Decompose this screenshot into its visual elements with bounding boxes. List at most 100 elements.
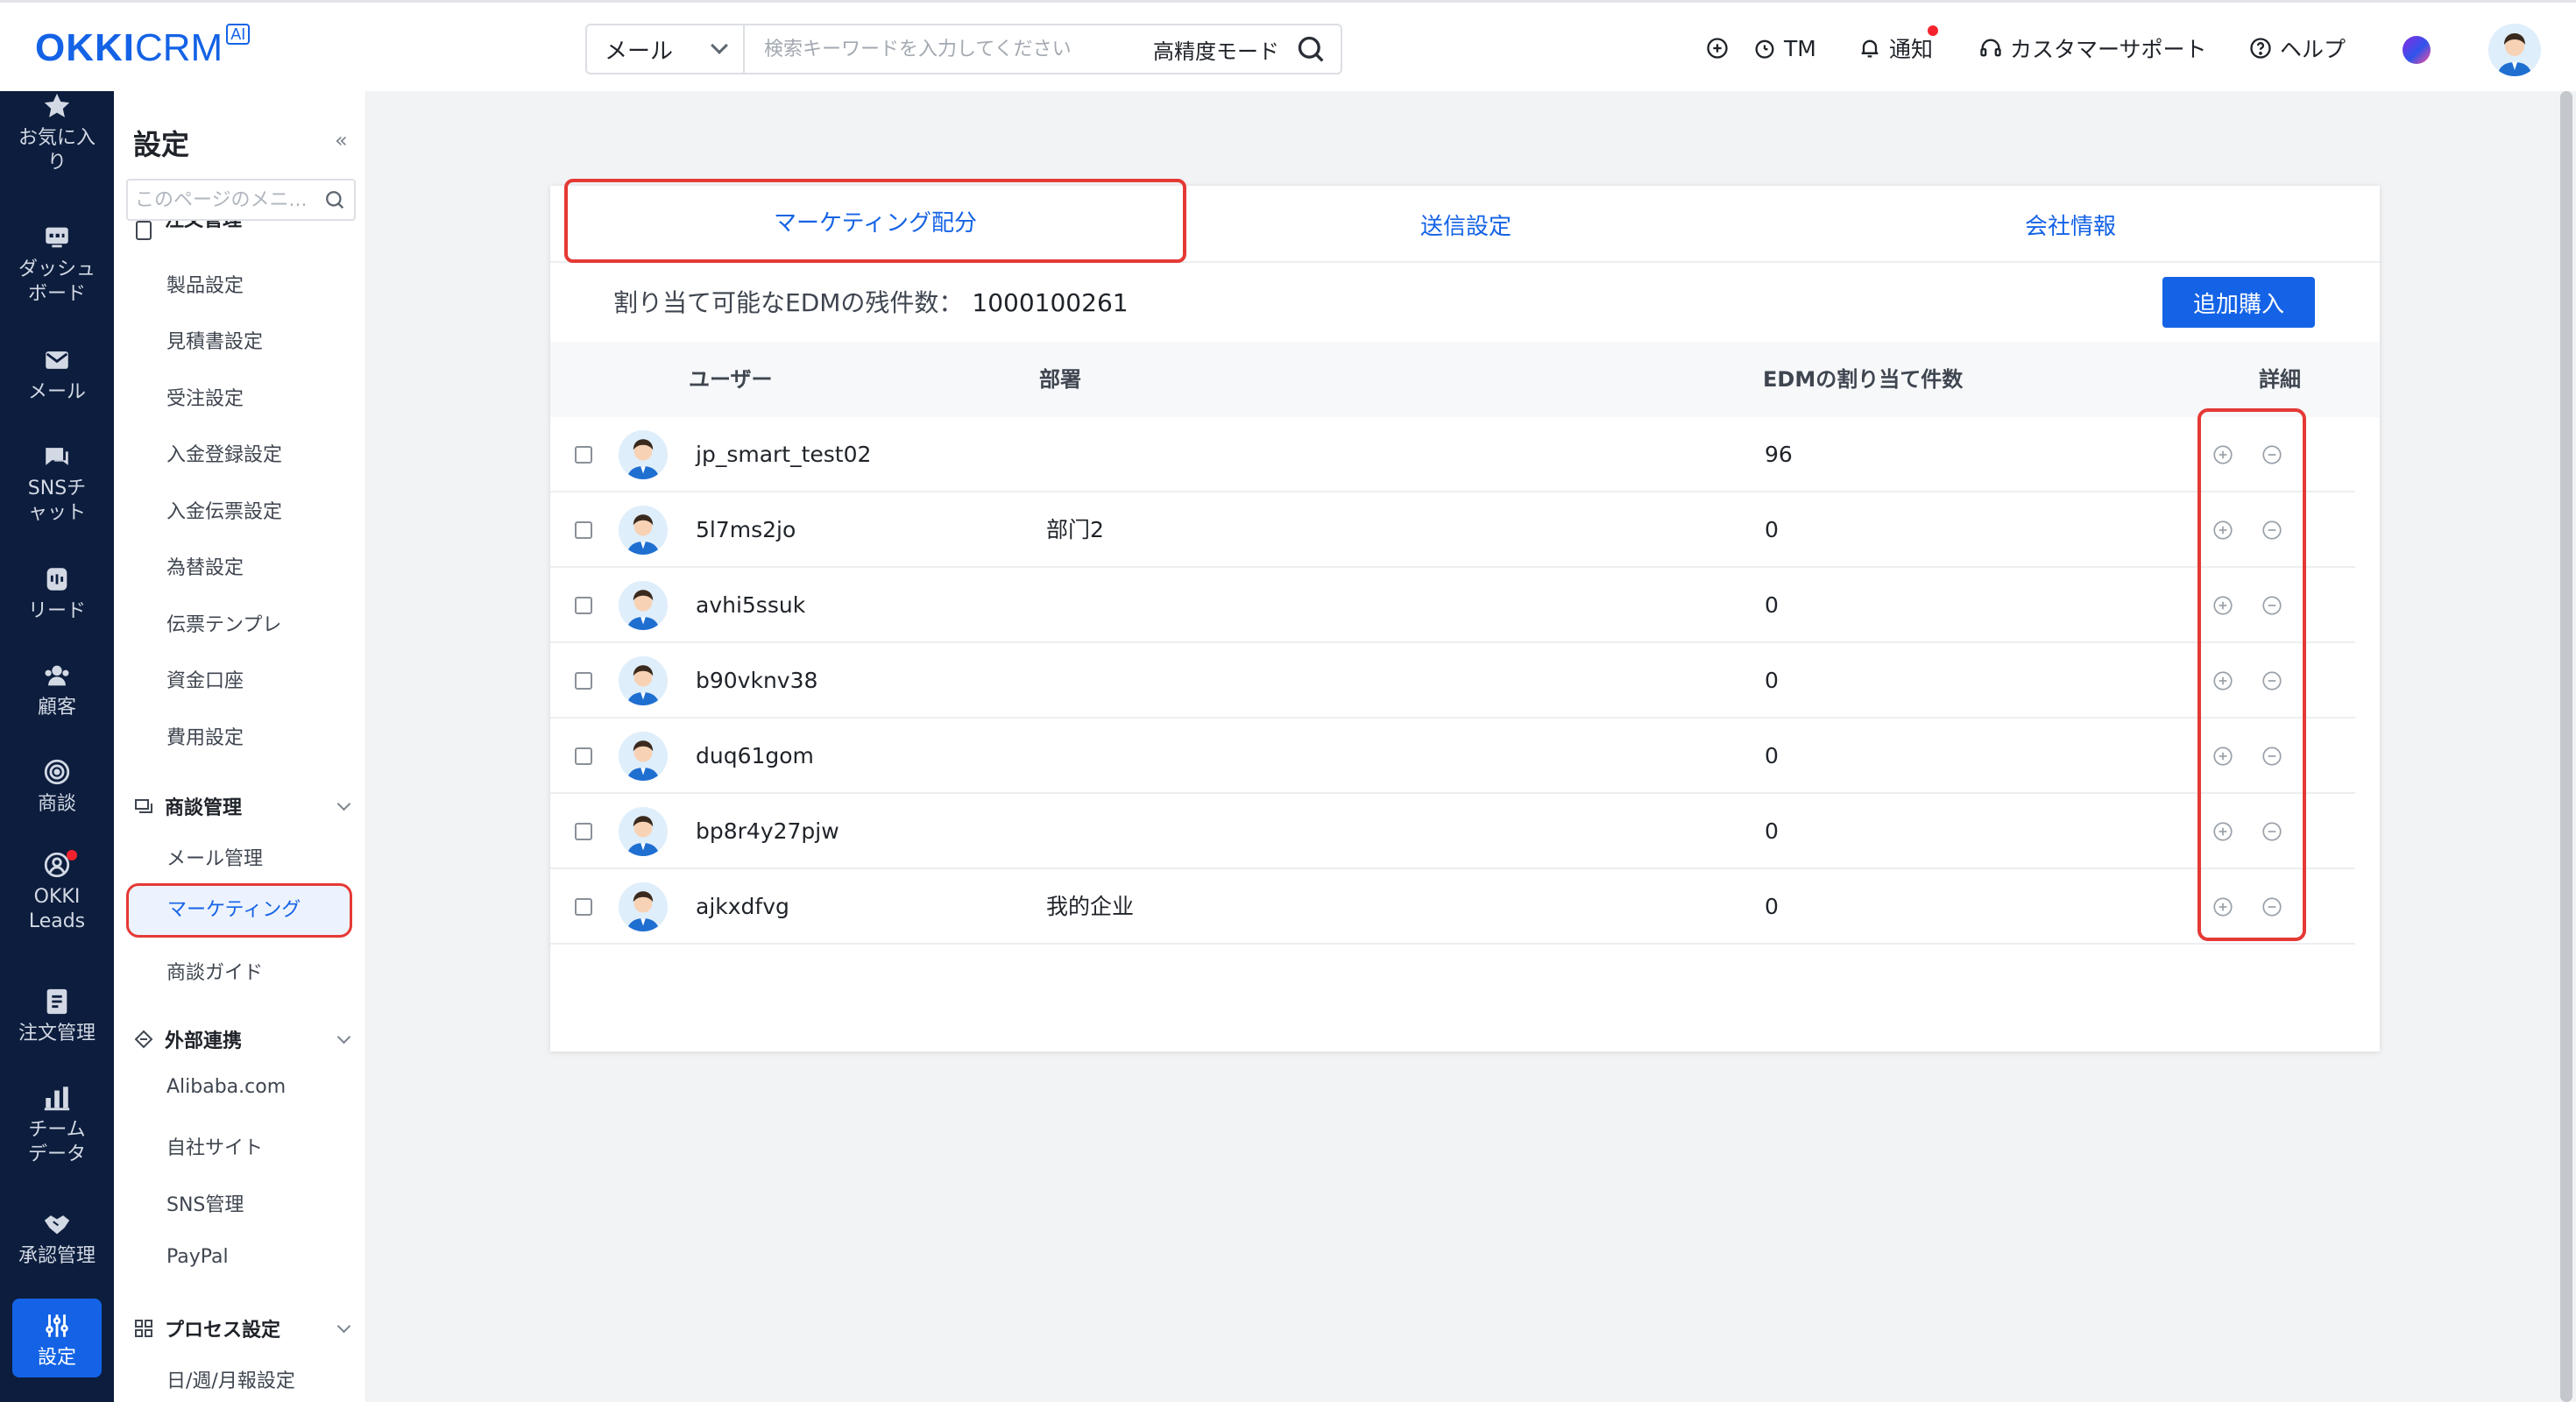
row-checkbox[interactable] xyxy=(575,446,592,464)
row-checkbox[interactable] xyxy=(575,747,592,765)
search-type-select[interactable]: メール xyxy=(587,25,745,73)
row-checkbox[interactable] xyxy=(575,521,592,539)
global-search: メール 高精度モード xyxy=(585,24,1342,74)
rail-label: 承認管理 xyxy=(18,1245,96,1267)
order-group-icon xyxy=(136,221,152,240)
rail-item-dashboard[interactable]: ダッシュボード xyxy=(0,223,114,307)
rail-label: SNSチャット xyxy=(27,478,87,524)
search-icon[interactable] xyxy=(322,188,347,212)
cell-department: 我的企业 xyxy=(1046,894,1135,919)
precision-mode-toggle[interactable]: 高精度モード xyxy=(1153,34,1279,65)
ai-assistant-icon[interactable] xyxy=(2403,36,2431,64)
lead-icon xyxy=(46,568,67,591)
rail-item-favorites[interactable]: お気に入り xyxy=(0,91,114,175)
edm-remaining-value: 1000100261 xyxy=(972,288,1129,317)
notify-label: 通知 xyxy=(1889,37,1934,62)
cell-user: bp8r4y27pjw xyxy=(696,818,839,844)
mail-icon xyxy=(46,351,68,369)
rail-item-orders[interactable]: 注文管理 xyxy=(0,987,114,1046)
group-label: 外部連携 xyxy=(165,1030,243,1052)
rail-label: 商談 xyxy=(37,793,76,815)
row-checkbox[interactable] xyxy=(575,823,592,840)
table-row: bp8r4y27pjw 0 xyxy=(550,794,2355,869)
submenu-item-expense-settings[interactable]: 費用設定 xyxy=(166,722,244,750)
rail-item-sns-chat[interactable]: SNSチャット xyxy=(0,442,114,526)
tab-company-info[interactable]: 会社情報 xyxy=(1768,186,2373,263)
tm-button[interactable]: TM xyxy=(1752,29,1816,67)
rail-item-leads[interactable]: リード xyxy=(0,564,114,624)
column-header-user: ユーザー xyxy=(689,367,773,392)
submenu-item-alibaba[interactable]: Alibaba.com xyxy=(166,1076,286,1098)
person-avatar-icon xyxy=(619,430,668,479)
customer-support-button[interactable]: カスタマーサポート xyxy=(1978,29,2207,67)
person-avatar-icon xyxy=(619,506,668,555)
person-avatar-icon xyxy=(619,656,668,705)
submenu-item-slip-template[interactable]: 伝票テンプレ xyxy=(166,609,281,637)
submenu-item-own-site[interactable]: 自社サイト xyxy=(166,1132,263,1160)
submenu-item-marketing[interactable]: マーケティング xyxy=(126,883,352,938)
rail-label: チームデータ xyxy=(27,1119,86,1165)
okki-crm-logo[interactable]: OKKI CRM AI xyxy=(35,22,251,74)
cell-edm-count: 0 xyxy=(1765,592,1779,618)
rail-label: 顧客 xyxy=(37,697,76,719)
rail-item-okki-leads[interactable]: OKKI Leads xyxy=(0,850,114,934)
submenu-group-orders[interactable]: 注文管理 xyxy=(133,221,352,240)
row-checkbox[interactable] xyxy=(575,672,592,690)
additional-purchase-button[interactable]: 追加購入 xyxy=(2162,277,2315,328)
support-label: カスタマーサポート xyxy=(2010,37,2207,62)
collapse-submenu-button[interactable]: « xyxy=(335,128,348,152)
group-label: 商談管理 xyxy=(165,797,243,819)
add-button[interactable] xyxy=(1705,29,1737,67)
search-input[interactable] xyxy=(745,25,1153,73)
rail-item-approvals[interactable]: 承認管理 xyxy=(0,1209,114,1269)
cell-user: duq61gom xyxy=(696,743,814,768)
settings-icon xyxy=(46,1314,68,1337)
table-row: avhi5ssuk 0 xyxy=(550,568,2355,643)
rail-item-team-data[interactable]: チームデータ xyxy=(0,1083,114,1167)
search-icon[interactable] xyxy=(1293,32,1328,67)
rail-label: OKKI Leads xyxy=(28,886,86,932)
submenu-group-deals[interactable]: 商談管理 xyxy=(133,792,352,820)
submenu-item-payment-registration[interactable]: 入金登録設定 xyxy=(166,439,282,467)
submenu-item-exchange-rate[interactable]: 為替設定 xyxy=(166,552,244,580)
notifications-button[interactable]: 通知 xyxy=(1858,25,1938,67)
tab-send-settings[interactable]: 送信設定 xyxy=(1164,186,1768,263)
submenu-item-fund-account[interactable]: 資金口座 xyxy=(166,665,244,693)
rail-item-deals[interactable]: 商談 xyxy=(0,757,114,817)
page-scrollbar[interactable] xyxy=(2560,91,2572,1402)
rail-item-customers[interactable]: 顧客 xyxy=(0,661,114,720)
submenu-item-deal-guide[interactable]: 商談ガイド xyxy=(166,957,263,985)
submenu-item-mail-management[interactable]: メール管理 xyxy=(166,843,263,871)
submenu-item-order-settings[interactable]: 受注設定 xyxy=(166,383,244,411)
tm-label: TM xyxy=(1784,35,1816,61)
submenu-group-process[interactable]: プロセス設定 xyxy=(133,1314,352,1342)
person-avatar-icon xyxy=(619,807,668,856)
tm-clock-icon xyxy=(1755,39,1774,59)
submenu-item-product-settings[interactable]: 製品設定 xyxy=(166,270,244,298)
rail-item-settings[interactable]: 設定 xyxy=(12,1299,102,1377)
submenu-item-paypal[interactable]: PayPal xyxy=(166,1246,229,1268)
person-avatar-icon xyxy=(2488,24,2541,76)
edm-remaining-label: 割り当て可能なEDMの残件数： xyxy=(613,288,964,317)
row-checkbox[interactable] xyxy=(575,898,592,916)
rail-item-mail[interactable]: メール xyxy=(0,345,114,405)
table-row: ajkxdfvg 我的企业 0 xyxy=(550,869,2355,945)
help-button[interactable]: ヘルプ xyxy=(2248,29,2346,67)
main-nav-rail: お気に入り ダッシュボード メール SNSチャット リード 顧客 商談 OKKI… xyxy=(0,91,114,1402)
menu-search-input[interactable] xyxy=(135,188,322,211)
chevron-down-icon xyxy=(336,1030,351,1044)
cell-department: 部门2 xyxy=(1046,517,1104,542)
row-checkbox[interactable] xyxy=(575,597,592,614)
user-avatar xyxy=(619,506,668,555)
submenu-item-report-settings[interactable]: 日/週/月報設定 xyxy=(166,1365,295,1393)
notification-dot xyxy=(67,850,77,860)
submenu-item-payment-slip[interactable]: 入金伝票設定 xyxy=(166,496,282,524)
submenu-item-sns-management[interactable]: SNS管理 xyxy=(166,1189,244,1217)
submenu-item-quote-settings[interactable]: 見積書設定 xyxy=(166,326,263,354)
tab-marketing-allocation[interactable]: マーケティング配分 xyxy=(564,179,1186,263)
column-header-edm-count: EDMの割り当て件数 xyxy=(1763,367,1964,392)
table-row: b90vknv38 0 xyxy=(550,643,2355,719)
submenu-group-external[interactable]: 外部連携 xyxy=(133,1025,352,1053)
rail-label: ダッシュボード xyxy=(18,258,96,305)
user-avatar[interactable] xyxy=(2488,24,2541,76)
